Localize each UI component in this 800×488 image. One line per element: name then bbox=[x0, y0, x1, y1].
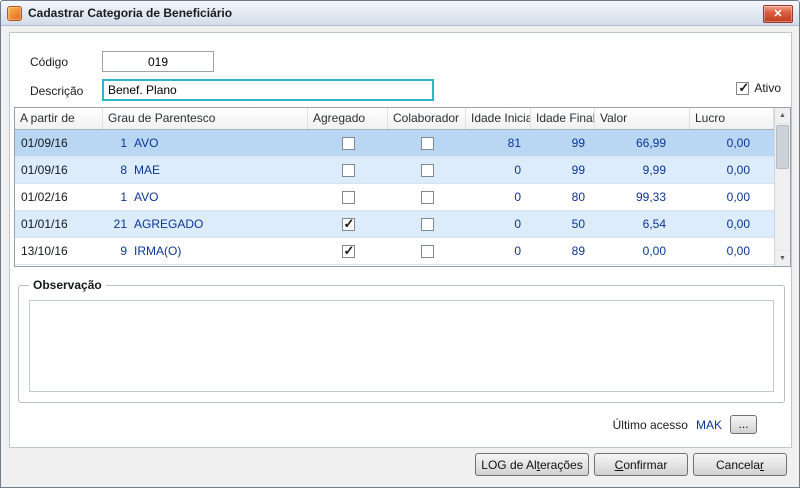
cell-grau: 1AVO bbox=[103, 184, 308, 210]
cell-agregado bbox=[308, 157, 388, 183]
table-row[interactable]: 01/09/16 1AVO 81 99 66,99 0,00 bbox=[15, 130, 774, 157]
agregado-checkbox[interactable] bbox=[342, 137, 355, 150]
cell-colaborador bbox=[388, 157, 466, 183]
column-header-grau-parentesco: Grau de Parentesco bbox=[103, 108, 308, 129]
content-panel: Código Descrição Ativo A partir de Grau … bbox=[9, 32, 792, 448]
close-icon: ✕ bbox=[773, 8, 782, 20]
ativo-checkbox-group[interactable]: Ativo bbox=[736, 81, 781, 95]
cell-idade-inicial: 81 bbox=[466, 130, 531, 156]
cell-colaborador bbox=[388, 184, 466, 210]
ultimo-acesso-row: Último acesso MAK ... bbox=[613, 415, 757, 434]
window-title: Cadastrar Categoria de Beneficiário bbox=[28, 6, 232, 20]
scrollbar-thumb[interactable] bbox=[776, 125, 789, 169]
cell-lucro: 0,00 bbox=[690, 211, 774, 237]
cell-date: 13/10/16 bbox=[15, 238, 103, 264]
column-header-valor: Valor bbox=[595, 108, 690, 129]
observacao-groupbox: Observação bbox=[18, 285, 785, 403]
cell-lucro: 0,00 bbox=[690, 157, 774, 183]
log-alteracoes-button[interactable]: LOG de Alterações bbox=[475, 453, 589, 476]
table-row[interactable]: 01/09/16 8MAE 0 99 9,99 0,00 bbox=[15, 157, 774, 184]
cell-idade-final: 89 bbox=[531, 238, 595, 264]
cell-idade-final: 80 bbox=[531, 184, 595, 210]
table-row[interactable]: 01/02/16 1AVO 0 80 99,33 0,00 bbox=[15, 184, 774, 211]
ativo-checkbox[interactable] bbox=[736, 82, 749, 95]
observacao-label: Observação bbox=[29, 278, 106, 292]
cell-valor: 9,99 bbox=[595, 157, 690, 183]
cell-idade-final: 50 bbox=[531, 211, 595, 237]
cell-grau: 1AVO bbox=[103, 130, 308, 156]
scroll-down-button[interactable]: ▼ bbox=[775, 250, 790, 266]
column-header-idade-inicial: Idade Inicial bbox=[466, 108, 531, 129]
app-icon bbox=[7, 6, 22, 21]
cell-valor: 0,00 bbox=[595, 238, 690, 264]
cell-valor: 99,33 bbox=[595, 184, 690, 210]
table-row[interactable]: 01/01/16 21AGREGADO 0 50 6,54 0,00 bbox=[15, 211, 774, 238]
cell-idade-inicial: 0 bbox=[466, 211, 531, 237]
close-button[interactable]: ✕ bbox=[763, 5, 793, 23]
codigo-input[interactable] bbox=[102, 51, 214, 72]
confirmar-button[interactable]: Confirmar bbox=[594, 453, 688, 476]
cell-date: 01/01/16 bbox=[15, 211, 103, 237]
cell-grau: 9IRMA(O) bbox=[103, 238, 308, 264]
column-header-colaborador: Colaborador bbox=[388, 108, 466, 129]
cell-colaborador bbox=[388, 211, 466, 237]
cell-agregado bbox=[308, 211, 388, 237]
column-header-a-partir-de: A partir de bbox=[15, 108, 103, 129]
cell-agregado bbox=[308, 184, 388, 210]
cell-lucro: 0,00 bbox=[690, 238, 774, 264]
cell-colaborador bbox=[388, 238, 466, 264]
colaborador-checkbox[interactable] bbox=[421, 191, 434, 204]
cell-lucro: 0,00 bbox=[690, 184, 774, 210]
cell-idade-inicial: 0 bbox=[466, 157, 531, 183]
agregado-checkbox[interactable] bbox=[342, 164, 355, 177]
colaborador-checkbox[interactable] bbox=[421, 218, 434, 231]
cell-idade-final: 99 bbox=[531, 130, 595, 156]
ultimo-acesso-value: MAK bbox=[696, 418, 722, 432]
cell-date: 01/09/16 bbox=[15, 130, 103, 156]
cell-grau: 8MAE bbox=[103, 157, 308, 183]
column-header-idade-final: Idade Final bbox=[531, 108, 595, 129]
scroll-down-icon: ▼ bbox=[779, 255, 786, 262]
cell-lucro: 0,00 bbox=[690, 130, 774, 156]
descricao-label: Descrição bbox=[30, 84, 83, 98]
colaborador-checkbox[interactable] bbox=[421, 245, 434, 258]
scroll-up-icon: ▲ bbox=[779, 112, 786, 119]
column-header-agregado: Agregado bbox=[308, 108, 388, 129]
ativo-label: Ativo bbox=[754, 81, 781, 95]
cell-valor: 6,54 bbox=[595, 211, 690, 237]
grid-body: A partir de Grau de Parentesco Agregado … bbox=[15, 108, 774, 266]
observacao-textarea[interactable] bbox=[29, 300, 774, 392]
colaborador-checkbox[interactable] bbox=[421, 137, 434, 150]
cell-valor: 66,99 bbox=[595, 130, 690, 156]
cell-agregado bbox=[308, 238, 388, 264]
column-header-lucro: Lucro bbox=[690, 108, 774, 129]
ultimo-acesso-browse-button[interactable]: ... bbox=[730, 415, 757, 434]
cell-date: 01/09/16 bbox=[15, 157, 103, 183]
beneficiary-grid: A partir de Grau de Parentesco Agregado … bbox=[14, 107, 791, 267]
cell-colaborador bbox=[388, 130, 466, 156]
agregado-checkbox[interactable] bbox=[342, 245, 355, 258]
descricao-input[interactable] bbox=[102, 79, 434, 101]
dialog-window: Cadastrar Categoria de Beneficiário ✕ Có… bbox=[0, 0, 800, 488]
cancelar-button[interactable]: Cancelar bbox=[693, 453, 787, 476]
agregado-checkbox[interactable] bbox=[342, 218, 355, 231]
ultimo-acesso-label: Último acesso bbox=[613, 418, 688, 432]
colaborador-checkbox[interactable] bbox=[421, 164, 434, 177]
cell-idade-final: 99 bbox=[531, 157, 595, 183]
cell-agregado bbox=[308, 130, 388, 156]
codigo-label: Código bbox=[30, 55, 68, 69]
scroll-up-button[interactable]: ▲ bbox=[775, 108, 790, 124]
table-row[interactable]: 13/10/16 9IRMA(O) 0 89 0,00 0,00 bbox=[15, 238, 774, 265]
cell-idade-inicial: 0 bbox=[466, 184, 531, 210]
vertical-scrollbar[interactable]: ▲ ▼ bbox=[774, 108, 790, 266]
cell-grau: 21AGREGADO bbox=[103, 211, 308, 237]
title-bar: Cadastrar Categoria de Beneficiário ✕ bbox=[1, 1, 799, 26]
grid-header-row: A partir de Grau de Parentesco Agregado … bbox=[15, 108, 774, 130]
cell-date: 01/02/16 bbox=[15, 184, 103, 210]
cell-idade-inicial: 0 bbox=[466, 238, 531, 264]
agregado-checkbox[interactable] bbox=[342, 191, 355, 204]
